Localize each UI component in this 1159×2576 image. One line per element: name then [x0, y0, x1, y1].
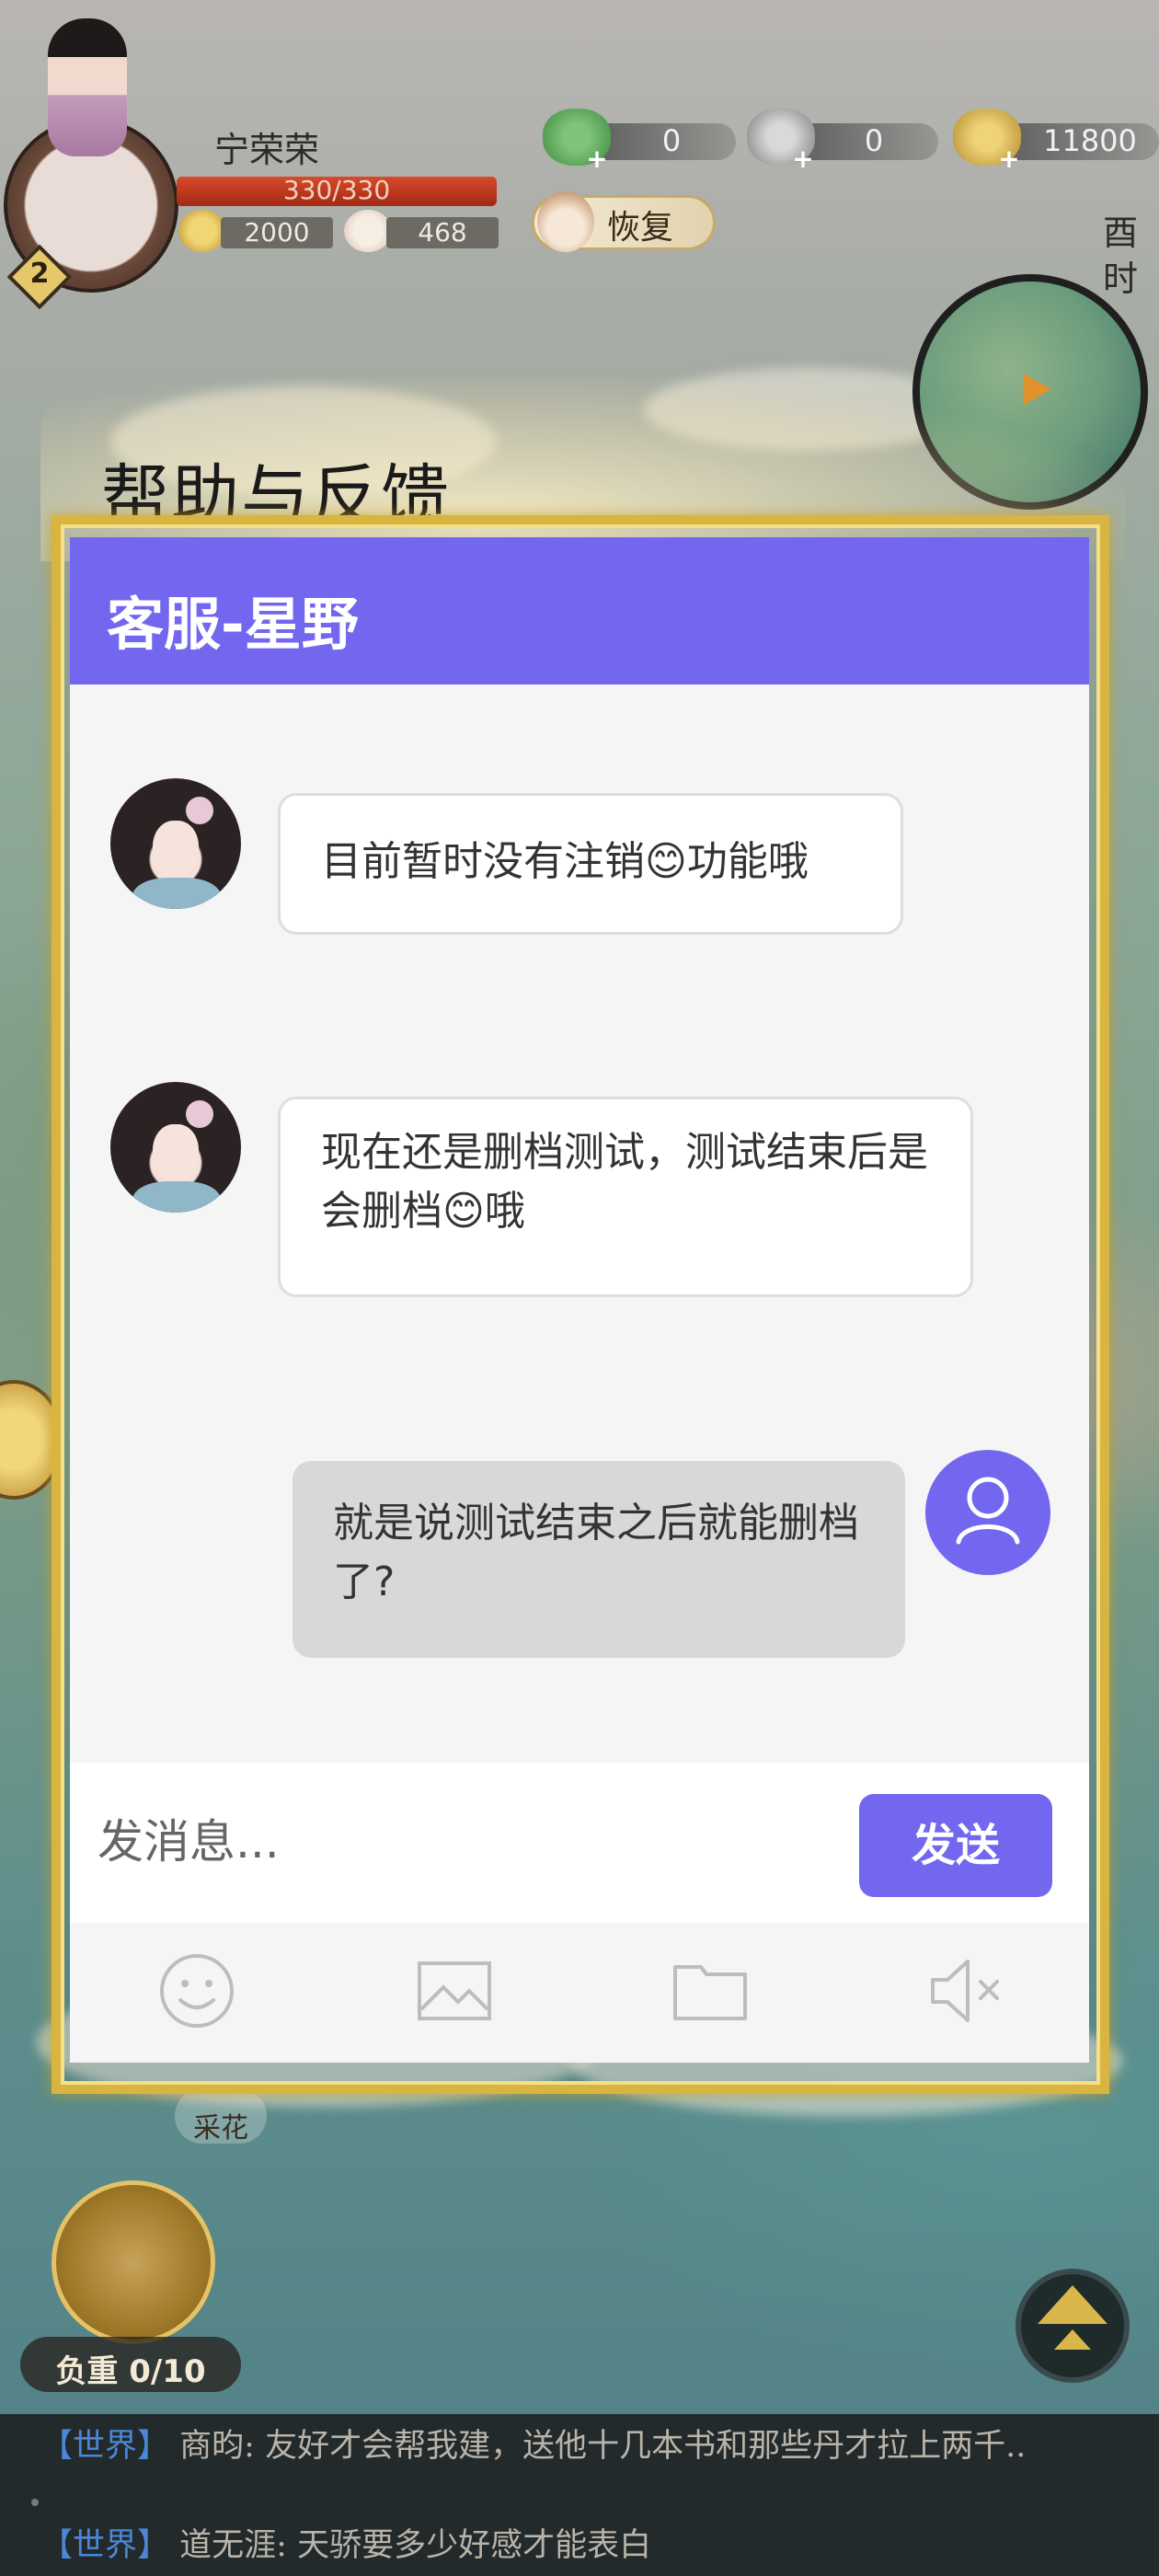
message-input[interactable]	[98, 1790, 879, 1893]
currency3-plus-icon[interactable]: +	[997, 146, 1021, 172]
image-icon[interactable]	[412, 1949, 497, 2033]
level-number: 2	[29, 258, 50, 290]
resource2-value: 468	[418, 217, 467, 247]
currency3-value: 11800	[1043, 123, 1137, 158]
message-input-row: 发送	[70, 1763, 1089, 1923]
agent-message-bubble: 现在还是删档测试，测试结束后是会删档😊哦	[278, 1097, 973, 1297]
player-name: 宁荣荣	[213, 130, 319, 170]
agent-avatar	[110, 778, 241, 909]
customer-service-chat: 客服-星野 目前暂时没有注销😊功能哦 现在还是删档测试，测试结束后是会删档😊哦 …	[70, 537, 1089, 2063]
bowl-icon	[178, 210, 226, 252]
chat-toolbar	[70, 1923, 1089, 2063]
gather-flower-label: 采花	[193, 2112, 248, 2145]
resource1-value: 2000	[244, 217, 310, 247]
emoji-icon[interactable]	[155, 1949, 239, 2033]
mute-icon[interactable]	[924, 1949, 1008, 2033]
send-button[interactable]: 发送	[859, 1794, 1052, 1897]
world-chat-line: 【世界】 道无涯: 天骄要多少好感才能表白	[40, 2519, 651, 2566]
world-chat-line: 【世界】 商昀: 友好才会帮我建，送他十几本书和那些丹才拉上两千..	[40, 2420, 1026, 2467]
agent-message-text: 目前暂时没有注销😊功能哦	[321, 838, 809, 885]
world-channel-tag: 【世界】	[40, 2527, 170, 2564]
load-text: 负重 0/10	[55, 2353, 206, 2390]
currency1-value: 0	[661, 123, 682, 158]
hp-text: 330/330	[282, 175, 391, 205]
world-channel-tag: 【世界】	[40, 2428, 170, 2465]
chevron-up-icon	[1038, 2285, 1107, 2324]
user-message-bubble: 就是说测试结束之后就能删档了?	[293, 1461, 905, 1658]
user-icon	[956, 1477, 1020, 1545]
restore-label: 恢复	[607, 209, 674, 247]
bun-icon	[344, 210, 392, 252]
currency2-plus-icon[interactable]: +	[791, 146, 815, 172]
world-chat-message: 商昀: 友好才会帮我建，送他十几本书和那些丹才拉上两千..	[179, 2428, 1027, 2465]
agent-message-text: 现在还是删档测试，测试结束后是会删档😊哦	[321, 1129, 928, 1235]
time-of-day: 酉时	[1102, 213, 1138, 299]
user-message-text: 就是说测试结束之后就能删档了?	[333, 1500, 859, 1605]
cart-icon[interactable]	[52, 2180, 215, 2344]
divider-dot	[31, 2499, 39, 2506]
currency2-value: 0	[864, 123, 884, 158]
user-avatar	[925, 1450, 1050, 1575]
agent-name: 客服-星野	[107, 591, 359, 658]
chat-header: 客服-星野	[70, 537, 1089, 684]
gourd-icon	[537, 191, 594, 252]
world-chat-message: 道无涯: 天骄要多少好感才能表白	[179, 2527, 652, 2564]
chevron-up-icon-inner	[1054, 2329, 1091, 2350]
currency1-plus-icon[interactable]: +	[585, 146, 609, 172]
folder-icon[interactable]	[668, 1949, 752, 2033]
agent-avatar	[110, 1082, 241, 1213]
agent-message-bubble: 目前暂时没有注销😊功能哦	[278, 793, 903, 935]
player-portrait	[48, 18, 127, 156]
